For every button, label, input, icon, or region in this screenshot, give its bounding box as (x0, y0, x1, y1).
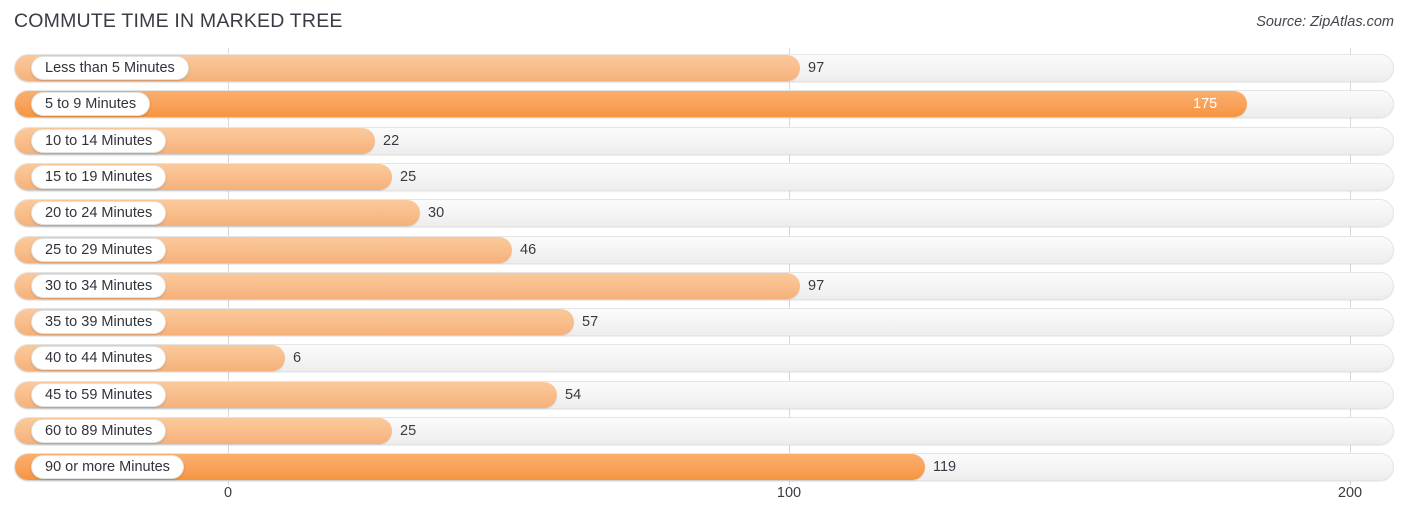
category-label-pill: 90 or more Minutes (31, 455, 184, 480)
category-label-pill: 20 to 24 Minutes (31, 201, 167, 226)
value-label: 46 (520, 241, 537, 258)
value-label: 97 (808, 60, 825, 76)
value-label: 30 (428, 205, 445, 222)
plot-area: Less than 5 Minutes 97 5 to 9 Minutes 175 10… (0, 48, 1406, 485)
source-attribution: Source: ZipAtlas.com (1256, 14, 1394, 30)
bar-row[interactable]: 10 to 14 Minutes 22 (14, 126, 1394, 155)
category-label-text: 35 to 39 Minutes (45, 314, 153, 331)
category-label-text: 60 to 89 Minutes (45, 423, 153, 439)
category-label-text: 5 to 9 Minutes (45, 96, 137, 113)
category-label-pill: 25 to 29 Minutes (31, 237, 167, 262)
bar-row[interactable]: 35 to 39 Minutes 57 (14, 308, 1394, 337)
value-label: 25 (400, 423, 417, 439)
bar-row[interactable]: 25 to 29 Minutes 46 (14, 235, 1394, 264)
category-label-pill: 45 to 59 Minutes (31, 382, 167, 407)
x-axis: 0 100 200 (0, 485, 1406, 523)
bar-row[interactable]: Less than 5 Minutes 97 (14, 54, 1394, 82)
category-label-pill: 40 to 44 Minutes (31, 346, 167, 371)
value-label: 54 (565, 386, 582, 403)
x-axis-tick-label: 0 (223, 485, 233, 501)
category-label-pill: Less than 5 Minutes (31, 56, 189, 80)
category-label-pill: 15 to 19 Minutes (31, 164, 167, 189)
category-label-pill: 30 to 34 Minutes (31, 273, 167, 298)
category-label-text: 15 to 19 Minutes (45, 168, 153, 185)
category-label-pill: 35 to 39 Minutes (31, 310, 167, 335)
bar-row[interactable]: 5 to 9 Minutes 175 (14, 90, 1394, 119)
value-label: 57 (582, 314, 599, 331)
chart-container: COMMUTE TIME IN MARKED TREE Source: ZipA… (0, 0, 1406, 523)
category-label-text: 90 or more Minutes (45, 459, 170, 476)
category-label-text: 10 to 14 Minutes (45, 132, 153, 149)
bar-row[interactable]: 60 to 89 Minutes 25 (14, 417, 1394, 445)
category-label-pill: 60 to 89 Minutes (31, 419, 167, 443)
value-label: 22 (383, 132, 400, 149)
value-label: 175 (1193, 96, 1218, 113)
category-label-text: 25 to 29 Minutes (45, 241, 153, 258)
category-label-text: 30 to 34 Minutes (45, 277, 153, 294)
value-bar[interactable] (15, 91, 1247, 118)
category-label-text: 40 to 44 Minutes (45, 350, 153, 367)
x-axis-tick-label: 200 (1337, 485, 1363, 501)
bar-row[interactable]: 30 to 34 Minutes 97 (14, 271, 1394, 300)
value-label: 6 (293, 350, 302, 367)
bar-row[interactable]: 45 to 59 Minutes 54 (14, 380, 1394, 409)
bar-row[interactable]: 40 to 44 Minutes 6 (14, 344, 1394, 373)
category-label-text: 45 to 59 Minutes (45, 386, 153, 403)
value-label: 119 (933, 459, 957, 476)
bar-row[interactable]: 90 or more Minutes 119 (14, 453, 1394, 482)
value-label: 97 (808, 277, 825, 294)
category-label-pill: 5 to 9 Minutes (31, 92, 151, 117)
bar-row[interactable]: 15 to 19 Minutes 25 (14, 162, 1394, 191)
category-label-pill: 10 to 14 Minutes (31, 128, 167, 153)
category-label-text: Less than 5 Minutes (45, 60, 175, 76)
value-label: 25 (400, 168, 417, 185)
category-label-text: 20 to 24 Minutes (45, 205, 153, 222)
page-title: COMMUTE TIME IN MARKED TREE (14, 10, 343, 32)
x-axis-tick-label: 100 (776, 485, 802, 501)
bar-row[interactable]: 20 to 24 Minutes 30 (14, 199, 1394, 228)
